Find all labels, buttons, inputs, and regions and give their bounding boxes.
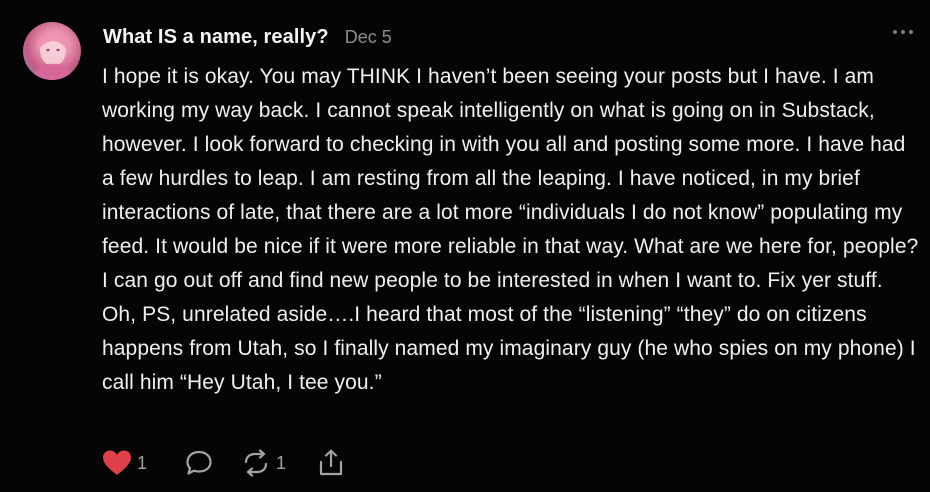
like-count: 1 — [137, 452, 148, 473]
more-dot — [893, 30, 897, 34]
restack-button[interactable]: 1 — [241, 449, 286, 477]
comment-bubble-icon — [186, 450, 212, 475]
more-dot — [909, 30, 913, 34]
action-bar: 1 1 — [102, 446, 368, 480]
more-options-icon[interactable] — [893, 30, 913, 34]
post-date[interactable]: Dec 5 — [345, 27, 392, 48]
avatar[interactable] — [23, 22, 81, 80]
share-button[interactable] — [318, 449, 344, 477]
share-icon — [319, 449, 343, 476]
post-body: I hope it is okay. You may THINK I haven… — [102, 65, 919, 394]
comment-button[interactable] — [185, 449, 213, 477]
avatar-image — [33, 30, 73, 80]
post-header: What IS a name, really? Dec 5 — [103, 26, 392, 49]
restack-count: 1 — [276, 452, 287, 473]
like-button[interactable]: 1 — [102, 449, 147, 477]
restack-icon — [244, 449, 268, 477]
heart-icon — [103, 450, 131, 475]
more-dot — [901, 30, 905, 34]
author-name[interactable]: What IS a name, really? — [103, 26, 329, 49]
